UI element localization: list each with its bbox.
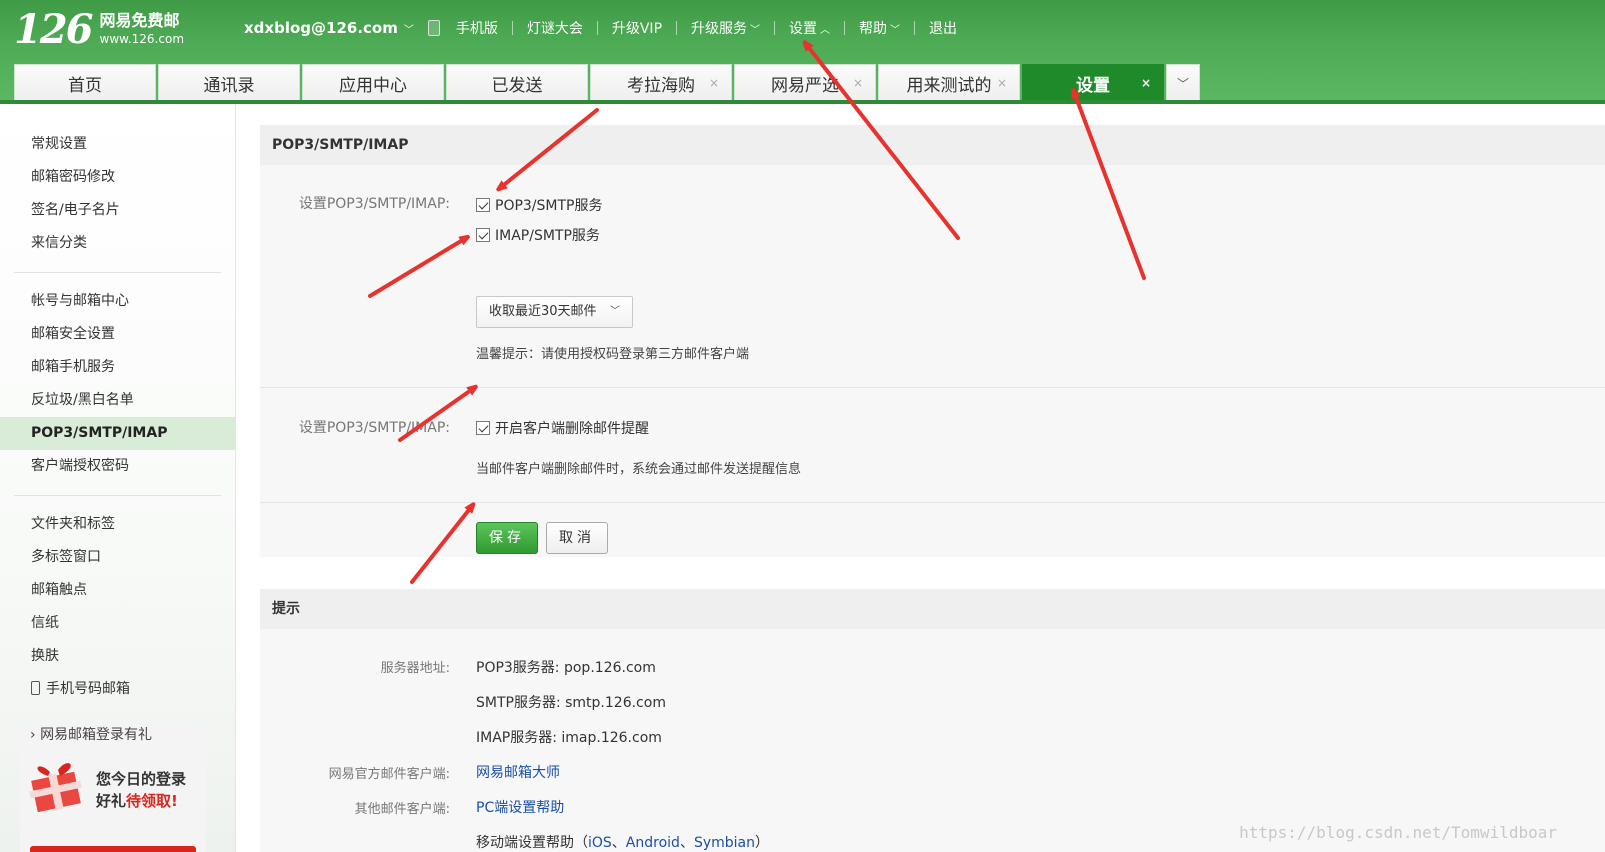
sidebar-item-auth-code[interactable]: 客户端授权密码 <box>0 450 235 483</box>
official-client-label: 网易官方邮件客户端: <box>328 767 450 782</box>
promo-title: › 网易邮箱登录有礼 <box>30 727 153 743</box>
account-name[interactable]: xdxblog@126.com <box>244 19 398 37</box>
sidebar-item-antispam[interactable]: 反垃圾/黑白名单 <box>0 384 235 417</box>
tab-sent[interactable]: 已发送 <box>446 64 588 102</box>
link-riddle[interactable]: 灯谜大会 <box>527 18 583 38</box>
tab-more-button[interactable]: ﹀ <box>1166 64 1200 102</box>
logo-name: 网易免费邮 <box>99 11 180 30</box>
sidebar-item-stationery[interactable]: 信纸 <box>0 607 235 640</box>
section-title-tips: 提示 <box>260 589 1605 629</box>
close-icon[interactable]: × <box>853 76 863 90</box>
mobile-setup-help: 移动端设置帮助（iOS、Android、Symbian） <box>476 835 769 851</box>
tab-settings[interactable]: 设置 × <box>1022 64 1164 102</box>
fetch-range-select[interactable]: 收取最近30天邮件 ﹀ <box>476 296 633 328</box>
delete-alert-hint: 当邮件客户端删除邮件时，系统会通过邮件发送提醒信息 <box>476 462 802 477</box>
sidebar-item-security[interactable]: 邮箱安全设置 <box>0 318 235 351</box>
sidebar-item-touchpoint[interactable]: 邮箱触点 <box>0 574 235 607</box>
sidebar-item-phone-mailbox[interactable]: 手机号码邮箱 <box>0 673 235 706</box>
tips-panel: 服务器地址: POP3服务器: pop.126.com SMTP服务器: smt… <box>260 629 1605 852</box>
gift-icon <box>29 763 82 812</box>
checkbox-checked-icon[interactable] <box>476 228 490 242</box>
android-help-link[interactable]: Android <box>626 835 680 851</box>
sidebar-item-pop3[interactable]: POP3/SMTP/IMAP <box>0 417 235 450</box>
tab-yanxuan[interactable]: 网易严选 × <box>734 64 876 102</box>
tab-kaola[interactable]: 考拉海购 × <box>590 64 732 102</box>
sidebar-item-signature[interactable]: 签名/电子名片 <box>0 194 235 227</box>
sidebar-item-folders[interactable]: 文件夹和标签 <box>0 508 235 541</box>
link-settings[interactable]: 设置 ︿ <box>789 18 830 38</box>
tab-home[interactable]: 首页 <box>14 64 156 102</box>
link-upgrade-service[interactable]: 升级服务 ﹀ <box>691 18 760 38</box>
mobile-icon[interactable] <box>427 20 440 36</box>
smtp-server: SMTP服务器: smtp.126.com <box>476 695 666 711</box>
watermark: https://blog.csdn.net/Tomwildboar <box>1239 823 1557 842</box>
header-bar: 126 网易免费邮 www.126.com xdxblog@126.com ﹀ … <box>0 0 1605 104</box>
top-nav: xdxblog@126.com ﹀ 手机版 灯谜大会 升级VIP 升级服务 ﹀ 设… <box>244 16 957 40</box>
chevron-down-icon: ﹀ <box>610 306 620 317</box>
setting-label: 设置POP3/SMTP/IMAP: <box>298 196 450 212</box>
close-icon[interactable]: × <box>1141 76 1151 90</box>
tab-contacts[interactable]: 通讯录 <box>158 64 300 102</box>
delete-alert-checkbox[interactable]: 开启客户端删除邮件提醒 <box>476 418 649 438</box>
logo-url: www.126.com <box>99 32 185 46</box>
ios-help-link[interactable]: iOS <box>588 835 612 851</box>
setting-label: 设置POP3/SMTP/IMAP: <box>298 420 450 436</box>
symbian-help-link[interactable]: Symbian <box>694 835 755 851</box>
close-icon[interactable]: × <box>997 76 1007 90</box>
cancel-button[interactable]: 取消 <box>546 522 608 554</box>
sidebar-item-password[interactable]: 邮箱密码修改 <box>0 161 235 194</box>
chevron-down-icon: ﹀ <box>750 25 761 36</box>
pc-setup-help-link[interactable]: PC端设置帮助 <box>476 797 564 817</box>
chevron-up-icon: ︿ <box>820 25 831 36</box>
chevron-down-icon: ﹀ <box>1176 77 1189 91</box>
server-address-label: 服务器地址: <box>380 661 450 676</box>
sidebar-item-filter[interactable]: 来信分类 <box>0 227 235 260</box>
mail-master-link[interactable]: 网易邮箱大师 <box>476 762 560 782</box>
settings-main: POP3/SMTP/IMAP 设置POP3/SMTP/IMAP: POP3/SM… <box>260 125 1605 852</box>
link-help[interactable]: 帮助 ﹀ <box>859 18 900 38</box>
auth-code-hint: 温馨提示：请使用授权码登录第三方邮件客户端 <box>476 347 750 362</box>
tab-apps[interactable]: 应用中心 <box>302 64 444 102</box>
chevron-down-icon[interactable]: ﹀ <box>404 21 414 36</box>
sidebar-item-account-center[interactable]: 帐号与邮箱中心 <box>0 285 235 318</box>
sidebar-item-mobile-service[interactable]: 邮箱手机服务 <box>0 351 235 384</box>
imap-server: IMAP服务器: imap.126.com <box>476 730 662 746</box>
pop3-server: POP3服务器: pop.126.com <box>476 660 656 676</box>
sidebar-item-multitab[interactable]: 多标签窗口 <box>0 541 235 574</box>
mobile-icon <box>31 681 40 695</box>
login-promo-banner[interactable]: › 网易邮箱登录有礼 您今日的登录 好礼待领取! <box>20 724 206 852</box>
close-icon[interactable]: × <box>709 76 719 90</box>
chevron-down-icon: ﹀ <box>890 25 901 36</box>
checkbox-checked-icon[interactable] <box>476 198 490 212</box>
section-title-pop3: POP3/SMTP/IMAP <box>260 125 1605 165</box>
checkbox-checked-icon[interactable] <box>476 421 490 435</box>
pop3-service-checkbox[interactable]: POP3/SMTP服务 <box>476 195 603 215</box>
tab-test[interactable]: 用来测试的 × <box>878 64 1020 102</box>
imap-service-checkbox[interactable]: IMAP/SMTP服务 <box>476 225 600 245</box>
tab-bar: 首页 通讯录 应用中心 已发送 考拉海购 × 网易严选 × 用来测试的 × 设置 × ﹀ <box>14 64 1200 102</box>
logo[interactable]: 126 网易免费邮 www.126.com <box>14 10 184 50</box>
link-upgrade-vip[interactable]: 升级VIP <box>612 18 662 38</box>
sidebar-item-skin[interactable]: 换肤 <box>0 640 235 673</box>
other-client-label: 其他邮件客户端: <box>354 802 450 817</box>
link-logout[interactable]: 退出 <box>929 18 957 38</box>
pop3-settings-panel: 设置POP3/SMTP/IMAP: POP3/SMTP服务 IMAP/SMTP服… <box>260 165 1605 557</box>
link-mobile[interactable]: 手机版 <box>456 18 498 38</box>
settings-sidebar: 常规设置 邮箱密码修改 签名/电子名片 来信分类 帐号与邮箱中心 邮箱安全设置 … <box>0 104 236 852</box>
sidebar-item-general[interactable]: 常规设置 <box>0 128 235 161</box>
logo-number: 126 <box>14 6 93 53</box>
save-button[interactable]: 保存 <box>476 522 538 554</box>
